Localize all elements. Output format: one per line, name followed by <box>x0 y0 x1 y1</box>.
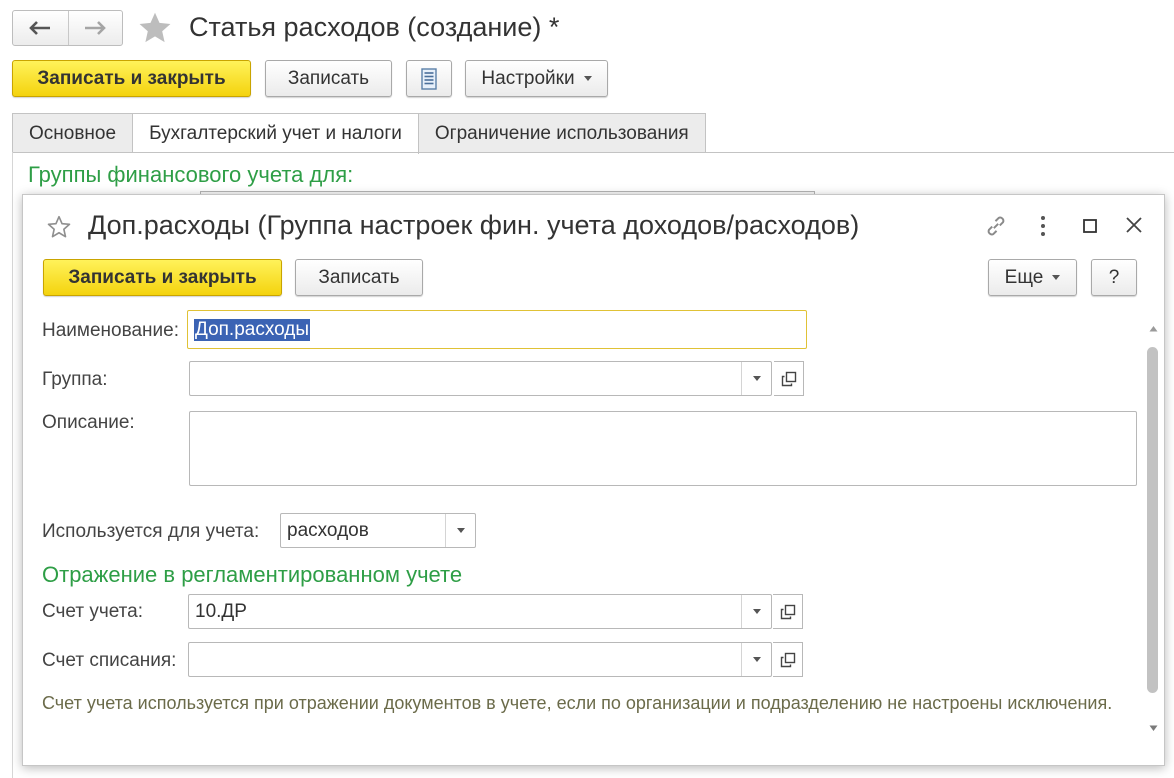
more-button-label: Еще <box>1004 266 1044 288</box>
back-button[interactable] <box>13 11 68 45</box>
tab-panel-border <box>12 152 13 778</box>
list-report-icon <box>421 67 437 90</box>
chevron-down-icon <box>1052 275 1061 280</box>
tabs-divider <box>12 152 1174 153</box>
tab-accounting-taxes[interactable]: Бухгалтерский учет и налоги <box>133 113 419 154</box>
description-textarea[interactable] <box>189 411 1137 486</box>
tab-usage-restriction[interactable]: Ограничение использования <box>418 113 706 153</box>
open-window-icon <box>780 652 795 667</box>
used-for-label: Используется для учета: <box>42 521 260 542</box>
name-label: Наименование: <box>42 320 179 341</box>
writeoff-dropdown-button[interactable] <box>741 643 771 676</box>
dialog-save-and-close-button[interactable]: Записать и закрыть <box>43 259 282 296</box>
open-window-icon <box>781 371 796 386</box>
main-tabs: Основное Бухгалтерский учет и налоги Огр… <box>12 113 706 154</box>
group-open-button[interactable] <box>774 361 804 396</box>
open-window-icon <box>780 604 795 619</box>
name-input-value: Доп.расходы <box>194 319 311 341</box>
used-for-select[interactable]: расходов <box>280 513 476 548</box>
chevron-down-icon <box>456 528 465 533</box>
account-input[interactable]: 10.ДР <box>188 594 772 629</box>
scroll-up-icon[interactable] <box>1149 325 1158 332</box>
account-hint-text: Счет учета используется при отражении до… <box>42 693 1113 713</box>
help-button[interactable]: ? <box>1091 259 1137 296</box>
settings-button[interactable]: Настройки <box>465 60 608 97</box>
writeoff-open-button[interactable] <box>773 642 803 677</box>
window-title: Статья расходов (создание) * <box>189 12 560 42</box>
dialog-title: Доп.расходы (Группа настроек фин. учета … <box>88 210 860 240</box>
favorite-star-icon[interactable] <box>137 10 173 46</box>
arrow-left-icon <box>29 21 51 35</box>
chevron-down-icon <box>752 376 761 381</box>
chevron-down-icon <box>583 76 592 81</box>
chevron-down-icon <box>752 657 761 662</box>
save-button[interactable]: Записать <box>265 60 392 97</box>
favorite-star-outline-icon[interactable] <box>46 214 72 240</box>
account-value: 10.ДР <box>195 601 247 622</box>
more-vertical-icon[interactable] <box>1033 213 1053 239</box>
name-input[interactable]: Доп.расходы <box>187 310 807 349</box>
used-for-dropdown-button[interactable] <box>445 514 475 547</box>
save-and-close-button[interactable]: Записать и закрыть <box>12 60 251 97</box>
maximize-icon[interactable] <box>1081 217 1099 235</box>
group-dropdown-button[interactable] <box>741 362 771 395</box>
reg-accounting-heading: Отражение в регламентированном учете <box>42 562 463 587</box>
writeoff-input[interactable] <box>188 642 772 677</box>
close-icon[interactable] <box>1124 215 1144 235</box>
settings-button-label: Настройки <box>481 67 575 89</box>
account-label: Счет учета: <box>42 601 143 622</box>
fin-groups-heading: Группы финансового учета для: <box>28 162 354 187</box>
used-for-value: расходов <box>287 520 369 541</box>
scroll-down-icon[interactable] <box>1149 725 1158 732</box>
chevron-down-icon <box>752 609 761 614</box>
group-settings-dialog: Доп.расходы (Группа настроек фин. учета … <box>22 194 1165 766</box>
scrollbar-thumb[interactable] <box>1147 347 1158 693</box>
tab-main[interactable]: Основное <box>12 113 134 153</box>
description-label: Описание: <box>42 412 135 433</box>
account-dropdown-button[interactable] <box>741 595 771 628</box>
report-list-button[interactable] <box>406 60 452 97</box>
group-label: Группа: <box>42 369 108 390</box>
group-input[interactable] <box>189 361 772 396</box>
arrow-right-icon <box>85 21 107 35</box>
more-button[interactable]: Еще <box>988 259 1077 296</box>
account-open-button[interactable] <box>773 594 803 629</box>
link-icon[interactable] <box>983 213 1009 239</box>
forward-button[interactable] <box>67 11 123 45</box>
navigation-buttons <box>12 10 123 46</box>
dialog-save-button[interactable]: Записать <box>295 259 423 296</box>
writeoff-label: Счет списания: <box>42 650 177 671</box>
